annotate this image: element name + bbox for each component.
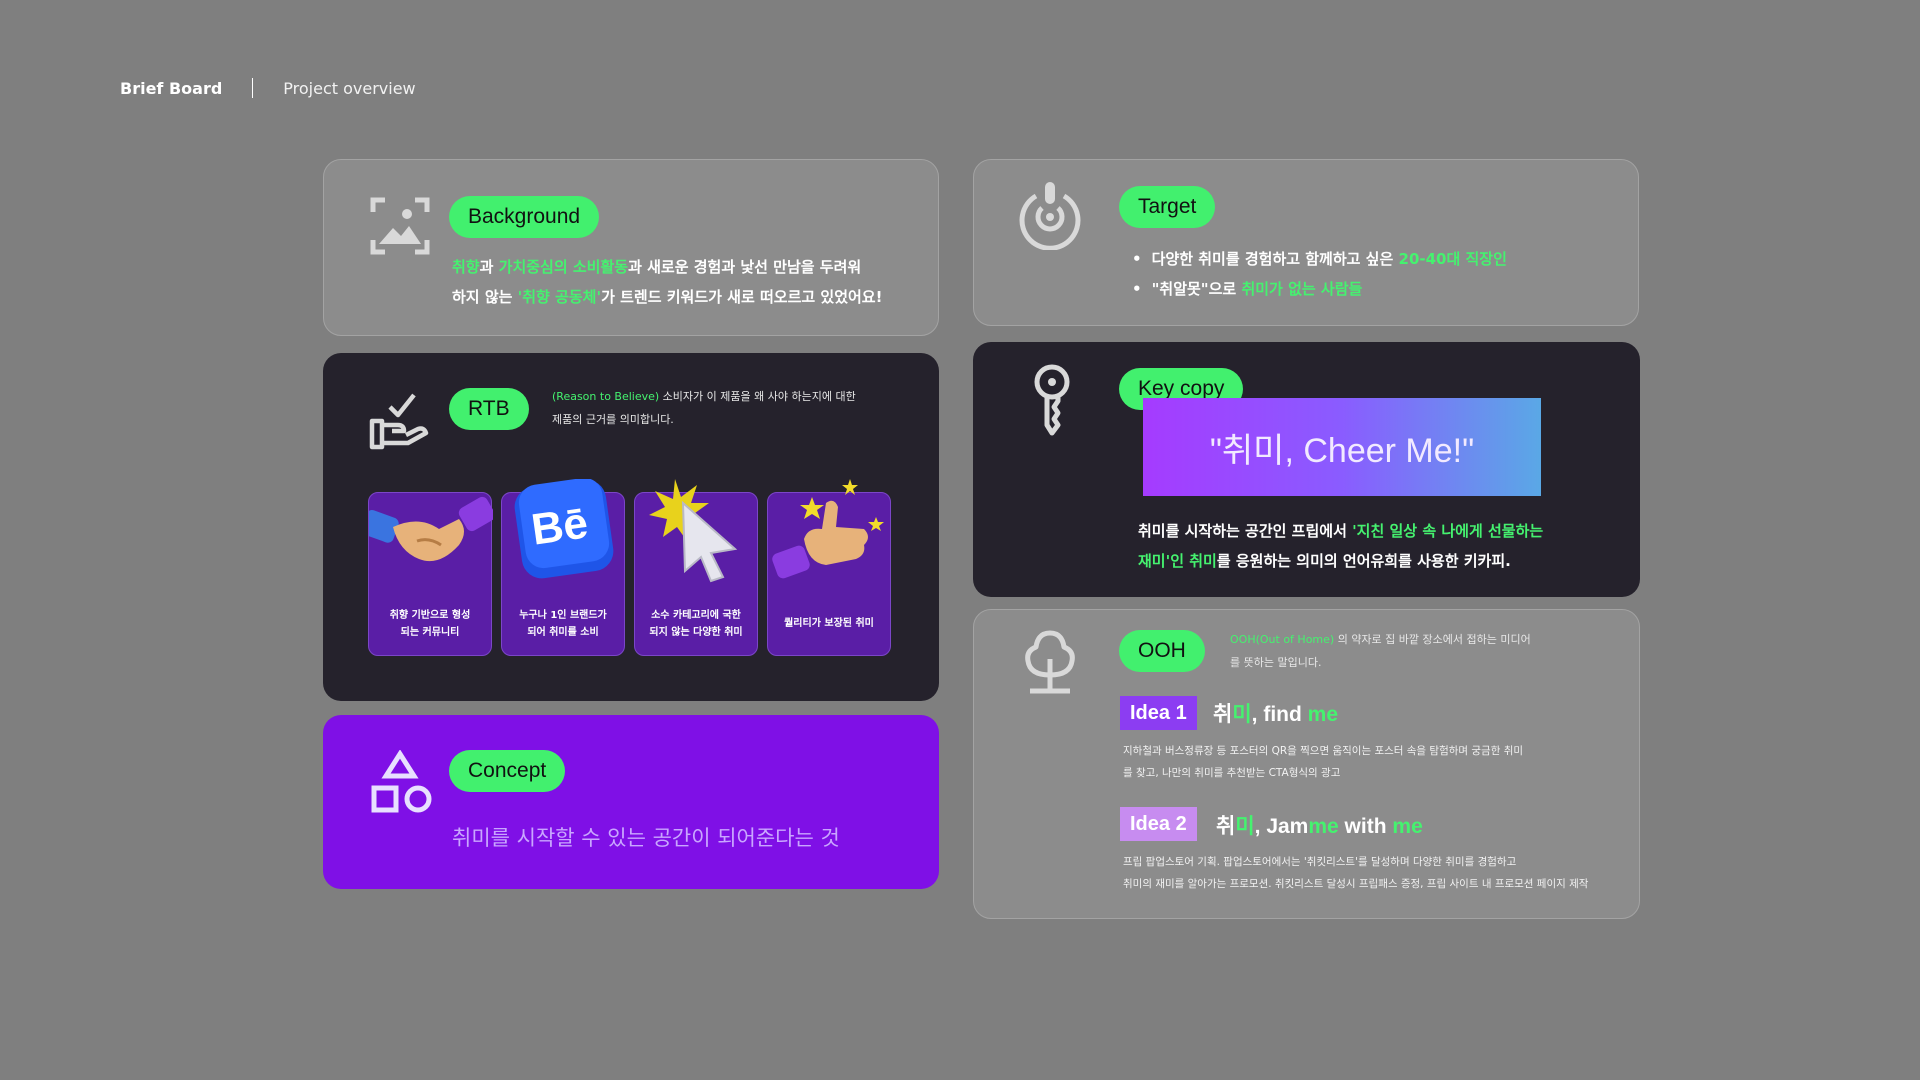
keycopy-text: 취미를 시작하는 공간인 프립에서 '지친 일상 속 나에게 선물하는 재미'인…	[1138, 516, 1543, 576]
ooh-pill: OOH	[1119, 630, 1205, 672]
rtb-tile-line: 퀄리티가 보장된 취미	[784, 618, 874, 629]
idea1-title-part: 취	[1213, 703, 1233, 726]
rtb-tile-caption: 누구나 1인 브랜드가되어 취미를 소비	[502, 607, 624, 641]
rtb-desc-highlight: (Reason to Believe)	[552, 390, 660, 403]
ooh-desc-text: 를 뜻하는 말입니다.	[1230, 656, 1322, 669]
idea2-title-part: me	[1392, 815, 1423, 838]
rtb-tile: 취향 기반으로 형성되는 커뮤니티	[361, 492, 496, 656]
rtb-tile-line: 되는 커뮤니티	[400, 627, 460, 638]
background-text-part: 가 트렌드 키워드가 새로 떠오르고 있었어요!	[601, 288, 883, 306]
background-pill: Background	[449, 196, 600, 238]
idea1-title-part: me	[1307, 703, 1339, 726]
idea2-title-part: me	[1308, 815, 1339, 838]
rtb-pill: RTB	[449, 388, 529, 430]
rtb-tiles: 취향 기반으로 형성되는 커뮤니티 Bē 누구나 1인 브랜드가되어 취미를 소…	[361, 477, 891, 656]
background-text-part: 가치중심의 소비활동	[498, 258, 629, 276]
rtb-desc-text: 소비자가 이 제품을 왜 사야 하는지에 대한	[659, 390, 856, 403]
background-text-part: 과 새로운 경험과 낯선 만남을 두려워	[628, 258, 862, 276]
idea2-title-part: 미	[1235, 815, 1255, 838]
keycopy-text-part: 취미를 시작하는 공간인 프립에서	[1138, 522, 1353, 540]
background-text-part: 하지 않는	[452, 288, 518, 306]
rtb-description: (Reason to Believe) 소비자가 이 제품을 왜 사야 하는지에…	[552, 385, 856, 431]
concept-text: 취미를 시작할 수 있는 공간이 되어준다는 것	[452, 826, 840, 850]
keycopy-text-part: 재미'인 취미	[1138, 552, 1217, 570]
target-item: "취알못"으로 취미가 없는 사람들	[1132, 274, 1507, 304]
background-text: 취향과 가치중심의 소비활동과 새로운 경험과 낯선 만남을 두려워 하지 않는…	[452, 252, 882, 312]
power-target-icon	[1016, 180, 1084, 250]
ooh-description: OOH(Out of Home) 의 약자로 집 바깥 장소에서 접하는 미디어…	[1230, 628, 1531, 674]
target-item-highlight: 취미가 없는 사람들	[1241, 280, 1363, 298]
rtb-tile-caption: 퀄리티가 보장된 취미	[768, 615, 890, 632]
idea1-desc-line: 지하철과 버스정류장 등 포스터의 QR을 찍으면 움직이는 포스터 속을 탐험…	[1123, 745, 1524, 757]
idea2-description: 프립 팝업스토어 기획. 팝업스토어에서는 '취킷리스트'를 달성하며 다양한 …	[1123, 851, 1588, 895]
rtb-tile: 소수 카테고리에 국한되지 않는 다양한 취미	[634, 479, 758, 656]
handshake-icon	[361, 479, 496, 589]
idea2-title-part: 취	[1216, 815, 1236, 838]
idea2-title: 취미, Jamme with me	[1216, 810, 1423, 840]
idea2-title-part: , Jam	[1254, 815, 1309, 838]
header: Brief Board Project overview	[120, 78, 416, 98]
thumbs-up-icon	[768, 479, 892, 589]
target-item-text: 다양한 취미를 경험하고 함께하고 싶은	[1151, 250, 1399, 268]
background-text-part: '취향 공동체'	[517, 288, 602, 306]
header-divider	[252, 78, 254, 98]
background-text-part: 과	[479, 258, 499, 276]
ooh-desc-highlight: OOH(Out of Home)	[1230, 633, 1335, 646]
idea2-desc-line: 프립 팝업스토어 기획. 팝업스토어에서는 '취킷리스트'를 달성하며 다양한 …	[1123, 856, 1517, 868]
keycopy-text-part: '지친 일상 속 나에게 선물하는	[1352, 522, 1544, 540]
cursor-click-icon	[635, 479, 759, 589]
page-subtitle: Project overview	[283, 78, 416, 98]
rtb-tile-caption: 취향 기반으로 형성되는 커뮤니티	[369, 607, 491, 641]
idea1-title-part: 미	[1232, 703, 1252, 726]
idea1-tag: Idea 1	[1120, 696, 1197, 730]
rtb-tile-line: 소수 카테고리에 국한	[651, 610, 741, 621]
idea2-title-part: with	[1338, 815, 1393, 838]
background-text-part: 취향	[452, 258, 480, 276]
image-icon	[369, 196, 431, 256]
ooh-desc-text: 의 약자로 집 바깥 장소에서 접하는 미디어	[1334, 633, 1531, 646]
target-item: 다양한 취미를 경험하고 함께하고 싶은 20-40대 직장인	[1132, 244, 1507, 274]
rtb-tile-caption: 소수 카테고리에 국한되지 않는 다양한 취미	[635, 607, 757, 641]
rtb-desc-text: 제품의 근거를 의미합니다.	[552, 413, 674, 426]
target-item-highlight: 20-40대 직장인	[1398, 250, 1507, 268]
rtb-tile: Bē 누구나 1인 브랜드가되어 취미를 소비	[501, 477, 625, 656]
idea2-tag: Idea 2	[1120, 807, 1197, 841]
rtb-tile-line: 되어 취미를 소비	[527, 627, 599, 638]
keycopy-banner: "취미, Cheer Me!"	[1143, 398, 1541, 496]
tree-icon	[1022, 629, 1078, 695]
rtb-tile-line: 취향 기반으로 형성	[389, 610, 471, 621]
hand-check-icon	[368, 391, 432, 451]
rtb-tile-line: 누구나 1인 브랜드가	[519, 610, 607, 621]
target-pill: Target	[1119, 186, 1216, 228]
idea2-desc-line: 취미의 재미를 알아가는 프로모션. 취킷리스트 달성시 프립패스 증정, 프립…	[1123, 878, 1589, 890]
keycopy-text-part: 를 응원하는 의미의 언어유희를 사용한 키카피.	[1216, 552, 1511, 570]
shapes-icon	[370, 750, 434, 814]
brand-title: Brief Board	[120, 78, 223, 98]
idea1-title-part: , find	[1251, 703, 1308, 726]
idea1-description: 지하철과 버스정류장 등 포스터의 QR을 찍으면 움직이는 포스터 속을 탐험…	[1123, 740, 1523, 784]
behance-icon: Bē	[502, 477, 626, 589]
idea1-desc-line: 를 찾고, 나만의 취미를 추천받는 CTA형식의 광고	[1123, 767, 1341, 779]
svg-text:Bē: Bē	[528, 498, 591, 554]
rtb-tile-line: 되지 않는 다양한 취미	[649, 627, 743, 638]
target-item-text: "취알못"으로	[1151, 280, 1242, 298]
target-list: 다양한 취미를 경험하고 함께하고 싶은 20-40대 직장인 "취알못"으로 …	[1132, 244, 1507, 304]
rtb-tile: 퀄리티가 보장된 취미	[767, 479, 891, 656]
key-icon	[1031, 363, 1073, 437]
idea1-title: 취미, find me	[1213, 698, 1338, 728]
concept-pill: Concept	[449, 750, 566, 792]
